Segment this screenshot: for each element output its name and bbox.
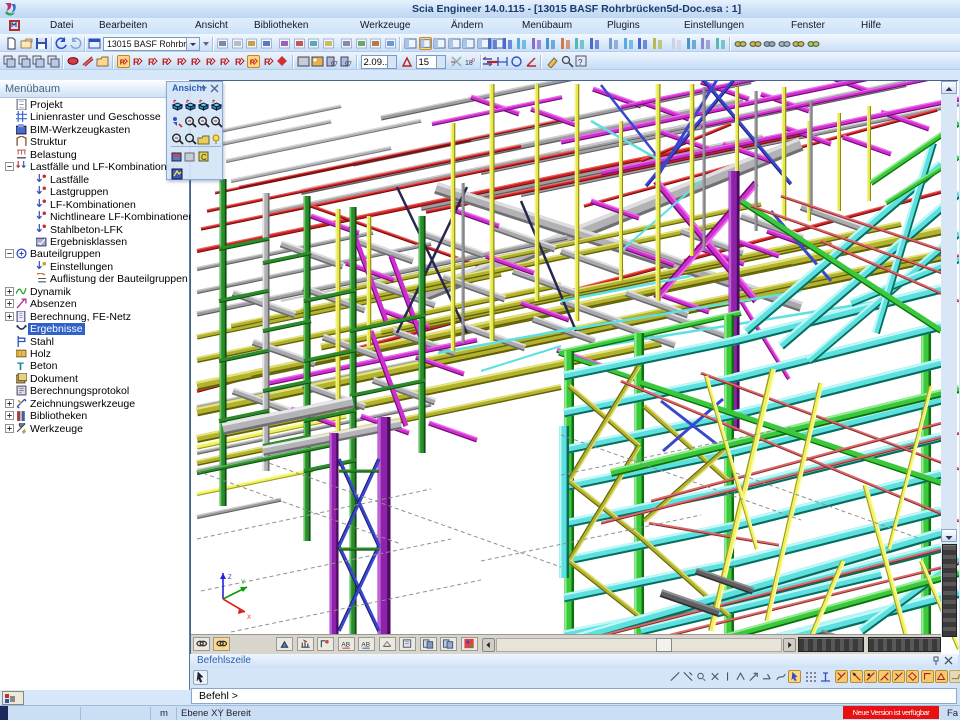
svg-text:AB: AB	[341, 641, 350, 648]
svg-text:C: C	[201, 153, 207, 162]
svg-text:Z: Z	[228, 575, 232, 581]
svg-text:T: T	[17, 361, 24, 371]
svg-text:Y: Y	[241, 580, 245, 586]
svg-text:97: 97	[345, 62, 352, 68]
svg-text:X: X	[247, 615, 251, 621]
svg-text:AB: AB	[361, 641, 370, 648]
svg-text:0: 0	[472, 58, 475, 64]
svg-text:?: ?	[578, 58, 583, 67]
svg-text:97: 97	[331, 62, 338, 68]
